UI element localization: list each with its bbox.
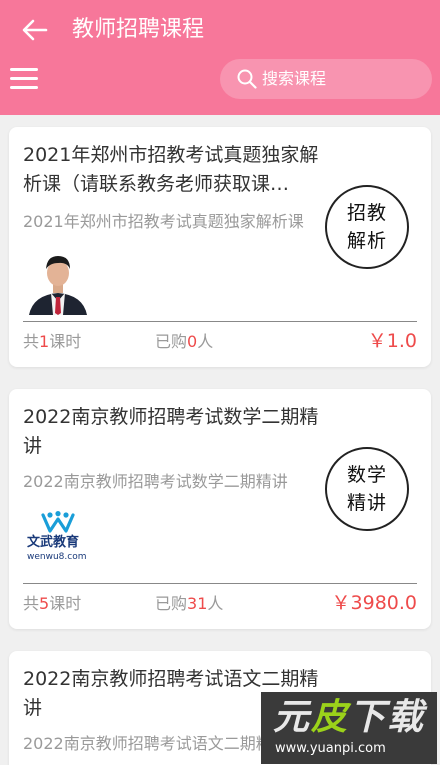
- course-price: ￥1.0: [367, 330, 417, 352]
- teacher-photo-icon: [24, 245, 92, 315]
- course-subtitle: 2021年郑州市招教考试真题独家解析课: [23, 212, 304, 231]
- back-button[interactable]: [20, 16, 50, 44]
- search-placeholder: 搜索课程: [262, 69, 327, 88]
- purchase-count: 已购31人: [155, 594, 224, 613]
- wenwu-logo-icon: [41, 511, 75, 533]
- course-card[interactable]: 2021年郑州市招教考试真题独家解析课（请联系教务老师获取课… 2021年郑州市…: [9, 127, 431, 367]
- search-box[interactable]: 搜索课程: [220, 59, 432, 99]
- course-badge: 数学精讲: [325, 447, 409, 531]
- hamburger-icon: [10, 68, 38, 71]
- logo-url: wenwu8.com: [27, 552, 87, 562]
- logo-text: 文武教育: [27, 535, 80, 550]
- card-divider: [23, 583, 417, 584]
- watermark-url: www.yuanpi.com: [275, 741, 386, 756]
- page-title: 教师招聘课程: [72, 17, 205, 42]
- lesson-count: 共5课时: [23, 594, 82, 613]
- course-price: ￥3980.0: [331, 592, 417, 614]
- lesson-count: 共1课时: [23, 332, 82, 351]
- teacher-avatar: [23, 239, 93, 315]
- course-card[interactable]: 2022南京教师招聘考试数学二期精讲 2022南京教师招聘考试数学二期精讲 数学…: [9, 389, 431, 629]
- menu-button[interactable]: [10, 64, 40, 94]
- course-badge: 招教解析: [325, 185, 409, 269]
- purchase-count: 已购0人: [155, 332, 214, 351]
- app-header: 教师招聘课程 搜索课程: [0, 0, 440, 115]
- course-title: 2021年郑州市招教考试真题独家解析课（请联系教务老师获取课…: [23, 144, 319, 195]
- course-title: 2022南京教师招聘考试数学二期精讲: [23, 406, 319, 457]
- search-icon: [237, 69, 257, 89]
- arrow-left-icon: [22, 19, 48, 41]
- watermark-logo: 元皮下载: [273, 697, 426, 738]
- course-subtitle: 2022南京教师招聘考试数学二期精讲: [23, 472, 288, 491]
- card-divider: [23, 321, 417, 322]
- brand-logo: 文武教育 wenwu8.com: [23, 511, 113, 567]
- watermark: 元皮下载 www.yuanpi.com: [261, 692, 437, 764]
